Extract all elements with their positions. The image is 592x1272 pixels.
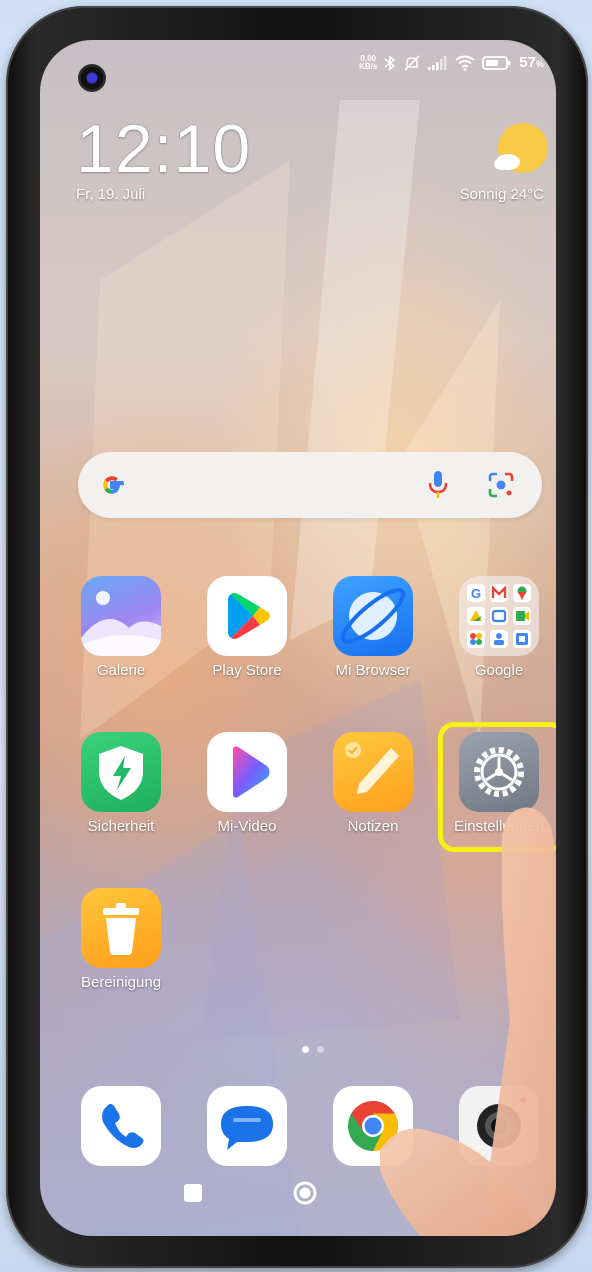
recents-button-icon[interactable] [182,1182,204,1204]
home-screen: 0,00 KB/s 57% 12:10 Fr, 19. Juli Sonnig … [40,40,556,1236]
hand-pointer-illustration [380,807,556,1236]
home-button-icon[interactable] [292,1180,318,1206]
phone-frame: 0,00 KB/s 57% 12:10 Fr, 19. Juli Sonnig … [6,6,588,1268]
navigation-bar [40,1178,556,1218]
